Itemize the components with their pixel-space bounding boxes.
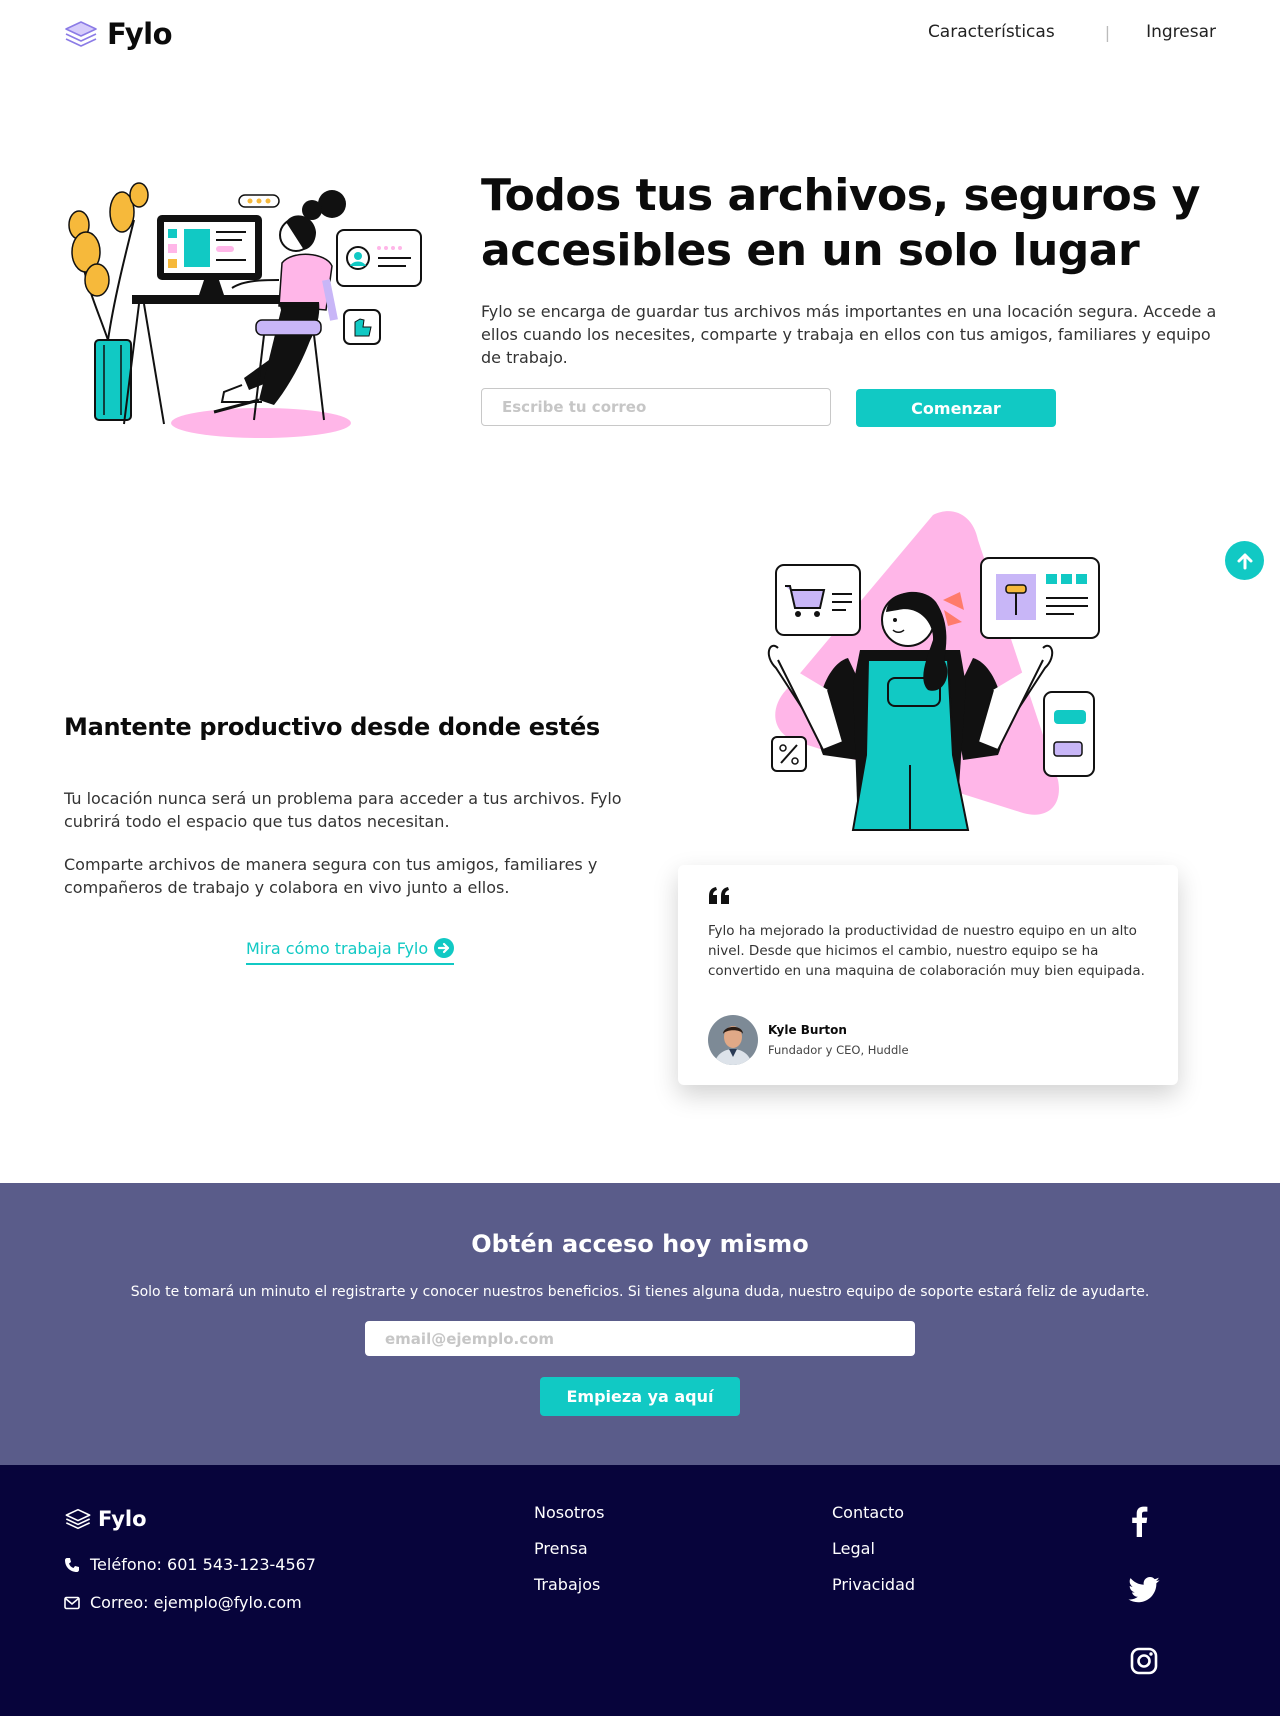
get-started-button[interactable]: Empieza ya aquí bbox=[540, 1377, 740, 1416]
footer-email: Correo: ejemplo@fylo.com bbox=[64, 1593, 302, 1612]
layers-logo-icon bbox=[65, 21, 97, 47]
site-header: Fylo Características | Ingresar bbox=[0, 0, 1280, 70]
nav-link-login[interactable]: Ingresar bbox=[1146, 22, 1216, 42]
productive-paragraph-2: Comparte archivos de manera segura con t… bbox=[64, 855, 598, 897]
cta-section: Obtén acceso hoy mismo Solo te tomará un… bbox=[0, 1183, 1280, 1465]
footer-link-press[interactable]: Prensa bbox=[534, 1539, 605, 1558]
main-nav: Características | Ingresar bbox=[928, 22, 1216, 42]
facebook-link[interactable] bbox=[1130, 1505, 1148, 1537]
how-it-works-link[interactable]: Mira cómo trabaja Fylo bbox=[246, 938, 455, 965]
productive-title: Mantente productivo desde donde estés bbox=[64, 713, 600, 741]
productive-paragraph-1: Tu locación nunca será un problema para … bbox=[64, 789, 622, 831]
instagram-icon bbox=[1130, 1647, 1158, 1675]
hero-illustration bbox=[68, 182, 422, 438]
instagram-link[interactable] bbox=[1130, 1647, 1158, 1675]
footer-logo-text: Fylo bbox=[98, 1507, 147, 1531]
footer-link-legal[interactable]: Legal bbox=[832, 1539, 915, 1558]
footer-link-contact[interactable]: Contacto bbox=[832, 1503, 915, 1522]
arrow-right-circle-icon bbox=[434, 938, 455, 958]
how-it-works-label: Mira cómo trabaja Fylo bbox=[246, 938, 429, 958]
start-button[interactable]: Comenzar bbox=[856, 389, 1056, 427]
cta-email-input[interactable] bbox=[365, 1321, 915, 1356]
twitter-icon bbox=[1128, 1577, 1160, 1603]
testimonial-card: Fylo ha mejorado la productividad de nue… bbox=[678, 865, 1178, 1085]
footer-email-text: Correo: ejemplo@fylo.com bbox=[90, 1593, 302, 1612]
footer-logo[interactable]: Fylo bbox=[64, 1507, 147, 1531]
site-footer: Fylo Teléfono: 601 543-123-4567 Correo: … bbox=[0, 1465, 1280, 1716]
twitter-link[interactable] bbox=[1128, 1577, 1160, 1603]
nav-separator: | bbox=[1104, 22, 1111, 42]
arrow-up-icon bbox=[1237, 553, 1252, 569]
footer-phone: Teléfono: 601 543-123-4567 bbox=[64, 1555, 316, 1574]
cta-description: Solo te tomará un minuto el registrarte … bbox=[130, 1284, 1150, 1300]
nav-link-features[interactable]: Características bbox=[928, 22, 1055, 42]
productive-illustration bbox=[767, 511, 1100, 831]
logo[interactable]: Fylo bbox=[63, 17, 173, 51]
hero-email-input[interactable] bbox=[481, 388, 831, 426]
footer-phone-text: Teléfono: 601 543-123-4567 bbox=[90, 1555, 316, 1574]
footer-link-about[interactable]: Nosotros bbox=[534, 1503, 605, 1522]
mail-icon bbox=[64, 1596, 80, 1609]
footer-links-company: Nosotros Prensa Trabajos bbox=[534, 1503, 605, 1594]
avatar bbox=[708, 1015, 758, 1065]
footer-link-jobs[interactable]: Trabajos bbox=[534, 1575, 605, 1594]
layers-logo-icon bbox=[65, 1508, 91, 1530]
quote-icon bbox=[709, 887, 729, 904]
footer-link-privacy[interactable]: Privacidad bbox=[832, 1575, 915, 1594]
testimonial-text: Fylo ha mejorado la productividad de nue… bbox=[708, 923, 1145, 979]
cta-title: Obtén acceso hoy mismo bbox=[471, 1230, 809, 1258]
hero-description: Fylo se encarga de guardar tus archivos … bbox=[481, 302, 1217, 367]
footer-links-legal: Contacto Legal Privacidad bbox=[832, 1503, 915, 1594]
testimonial-name: Kyle Burton bbox=[768, 1023, 847, 1037]
hero-title: Todos tus archivos, seguros y accesibles… bbox=[481, 170, 1200, 276]
testimonial-role: Fundador y CEO, Huddle bbox=[768, 1043, 909, 1057]
phone-icon bbox=[65, 1557, 79, 1572]
back-to-top-button[interactable] bbox=[1225, 541, 1264, 580]
logo-text: Fylo bbox=[107, 17, 173, 51]
facebook-icon bbox=[1132, 1506, 1148, 1537]
